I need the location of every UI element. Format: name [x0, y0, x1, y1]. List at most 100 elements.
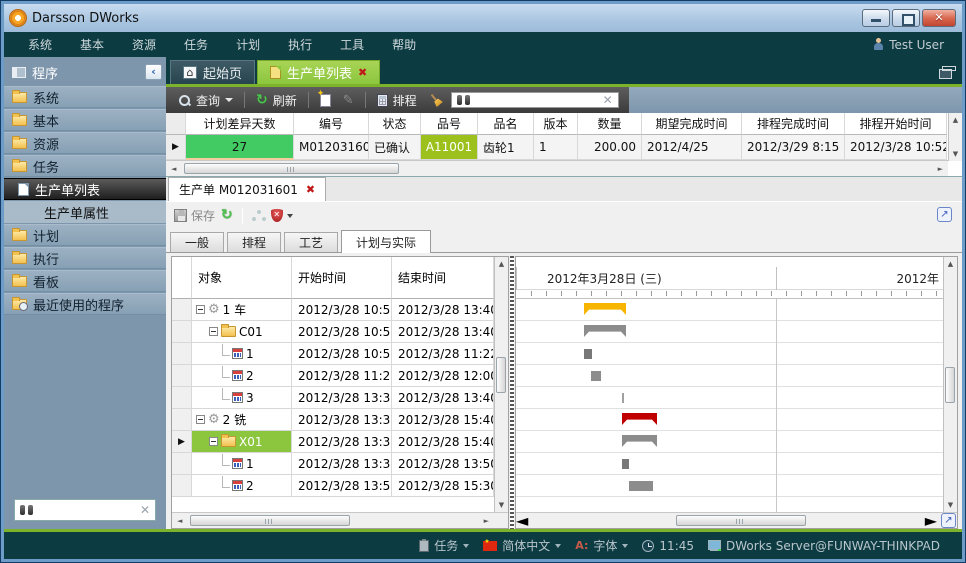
sidebar-item-6[interactable]: 计划: [4, 224, 166, 246]
hierarchy-button[interactable]: [252, 210, 265, 222]
gantt-hscrollbar[interactable]: ◄ ► ↗: [516, 512, 957, 528]
tree-end-cell[interactable]: 2012/3/28 13:40: [392, 387, 494, 409]
status-简体中文[interactable]: 简体中文: [483, 537, 561, 554]
scroll-left-icon[interactable]: ◄: [172, 517, 187, 525]
new-button[interactable]: [316, 92, 335, 109]
grid-header-9[interactable]: 排程开始时间: [845, 113, 947, 135]
tree-hscrollbar[interactable]: ◄ ►: [172, 512, 508, 528]
刷新-button[interactable]: ↻刷新: [252, 90, 301, 111]
menu-item-5[interactable]: 执行: [274, 33, 326, 56]
tree-row[interactable]: ▶X012012/3/28 13:302012/3/28 15:40: [172, 431, 494, 453]
tree-end-cell[interactable]: 2012/3/28 15:30: [392, 475, 494, 497]
tree-header-0[interactable]: 对象: [192, 257, 292, 299]
tree-object-cell[interactable]: 1: [192, 343, 292, 365]
menu-item-3[interactable]: 任务: [170, 33, 222, 56]
查询-button[interactable]: 查询: [174, 90, 237, 111]
tree-header-2[interactable]: 结束时间: [392, 257, 494, 299]
tree-end-cell[interactable]: 2012/3/28 13:40: [392, 321, 494, 343]
tree-end-cell[interactable]: 2012/3/28 15:40: [392, 409, 494, 431]
tree-start-cell[interactable]: 2012/3/28 10:52: [292, 299, 392, 321]
tree-object-cell[interactable]: 2: [192, 475, 292, 497]
tree-end-cell[interactable]: 2012/3/28 11:22: [392, 343, 494, 365]
tree-vscrollbar[interactable]: ▲ ▼: [494, 257, 508, 512]
grid-cell-6[interactable]: 200.00: [578, 135, 642, 160]
tree-row[interactable]: 12012/3/28 13:302012/3/28 13:50: [172, 453, 494, 475]
tree-object-cell[interactable]: ⚙1 车: [192, 299, 292, 321]
save-button[interactable]: 保存: [174, 207, 215, 224]
document-tab-close-icon[interactable]: ✖: [306, 183, 315, 196]
toolbar-search-input[interactable]: [475, 93, 598, 107]
menu-item-0[interactable]: 系统: [14, 33, 66, 56]
gantt-bar-task[interactable]: [591, 371, 601, 381]
open-in-window-icon[interactable]: ↗: [937, 207, 952, 222]
sidebar-item-0[interactable]: 系统: [4, 86, 166, 108]
sidebar-search-input[interactable]: [38, 503, 135, 517]
splitter[interactable]: [510, 256, 514, 529]
close-button[interactable]: [922, 9, 956, 27]
tree-object-cell[interactable]: ⚙2 铣: [192, 409, 292, 431]
grid-cell-0[interactable]: 27: [186, 135, 294, 160]
gantt-bar-task[interactable]: [622, 459, 629, 469]
grid-header-6[interactable]: 数量: [578, 113, 642, 135]
tree-header-1[interactable]: 开始时间: [292, 257, 392, 299]
tree-object-cell[interactable]: 1: [192, 453, 292, 475]
security-button[interactable]: [271, 209, 293, 222]
scroll-down-icon[interactable]: ▼: [499, 498, 504, 512]
grid-cell-1[interactable]: M012031601: [294, 135, 369, 160]
grid-header-7[interactable]: 期望完成时间: [642, 113, 742, 135]
gantt-vscrollbar[interactable]: ▲ ▼: [943, 257, 957, 512]
tree-row[interactable]: 22012/3/28 13:502012/3/28 15:30: [172, 475, 494, 497]
grid-header-4[interactable]: 品名: [478, 113, 534, 135]
tree-start-cell[interactable]: 2012/3/28 10:52: [292, 343, 392, 365]
tab-生产单列表[interactable]: 生产单列表✖: [257, 60, 380, 84]
subtab-工艺[interactable]: 工艺: [284, 232, 338, 252]
sidebar-item-4[interactable]: 生产单列表: [4, 178, 166, 200]
grid-cell-2[interactable]: 已确认: [369, 135, 421, 160]
subtab-排程[interactable]: 排程: [227, 232, 281, 252]
window-list-icon[interactable]: [939, 69, 952, 79]
tree-row[interactable]: 22012/3/28 11:222012/3/28 12:00: [172, 365, 494, 387]
tree-start-cell[interactable]: 2012/3/28 13:30: [292, 387, 392, 409]
tab-close-icon[interactable]: ✖: [358, 66, 367, 79]
tree-start-cell[interactable]: 2012/3/28 11:22: [292, 365, 392, 387]
menu-item-6[interactable]: 工具: [326, 33, 378, 56]
tree-start-cell[interactable]: 2012/3/28 10:52: [292, 321, 392, 343]
scroll-up-icon[interactable]: ▲: [499, 257, 504, 271]
menu-item-7[interactable]: 帮助: [378, 33, 430, 56]
menu-item-4[interactable]: 计划: [222, 33, 274, 56]
sidebar-item-1[interactable]: 基本: [4, 109, 166, 131]
scroll-right-icon[interactable]: ►: [933, 165, 948, 173]
grid-cell-5[interactable]: 1: [534, 135, 578, 160]
tree-start-cell[interactable]: 2012/3/28 13:30: [292, 453, 392, 475]
tree-start-cell[interactable]: 2012/3/28 13:30: [292, 409, 392, 431]
gantt-bar-task[interactable]: [629, 481, 653, 491]
refresh-detail-button[interactable]: ↻: [221, 209, 233, 222]
clear-button[interactable]: [425, 91, 447, 109]
sidebar-collapse-button[interactable]: ‹: [145, 64, 162, 80]
user-indicator[interactable]: Test User: [873, 38, 952, 52]
menu-item-2[interactable]: 资源: [118, 33, 170, 56]
tree-object-cell[interactable]: 3: [192, 387, 292, 409]
subtab-计划与实际[interactable]: 计划与实际: [341, 230, 431, 253]
status-DWorks Server@FUNWAY-THINKPAD[interactable]: DWorks Server@FUNWAY-THINKPAD: [708, 539, 940, 553]
scroll-up-icon[interactable]: ▲: [953, 113, 958, 127]
menu-item-1[interactable]: 基本: [66, 33, 118, 56]
gantt-bar-task[interactable]: [622, 393, 624, 403]
grid-cell-9[interactable]: 2012/3/28 10:52: [845, 135, 947, 160]
tree-expand-icon[interactable]: [209, 437, 218, 446]
tree-end-cell[interactable]: 2012/3/28 15:40: [392, 431, 494, 453]
gantt-expand-icon[interactable]: ↗: [941, 513, 956, 528]
tree-object-cell[interactable]: X01: [192, 431, 292, 453]
grid-header-3[interactable]: 品号: [421, 113, 478, 135]
grid-vscrollbar[interactable]: ▲ ▼: [948, 113, 962, 161]
grid-cell-8[interactable]: 2012/3/29 8:15: [742, 135, 845, 160]
scroll-right-icon[interactable]: ►: [925, 511, 937, 529]
sidebar-item-7[interactable]: 执行: [4, 247, 166, 269]
sidebar-item-2[interactable]: 资源: [4, 132, 166, 154]
scroll-left-icon[interactable]: ◄: [516, 511, 528, 529]
grid-header-8[interactable]: 排程完成时间: [742, 113, 845, 135]
sidebar-item-9[interactable]: 最近使用的程序: [4, 293, 166, 315]
scroll-left-icon[interactable]: ◄: [166, 165, 181, 173]
minimize-button[interactable]: [862, 9, 890, 27]
grid-header-0[interactable]: 计划差异天数: [186, 113, 294, 135]
